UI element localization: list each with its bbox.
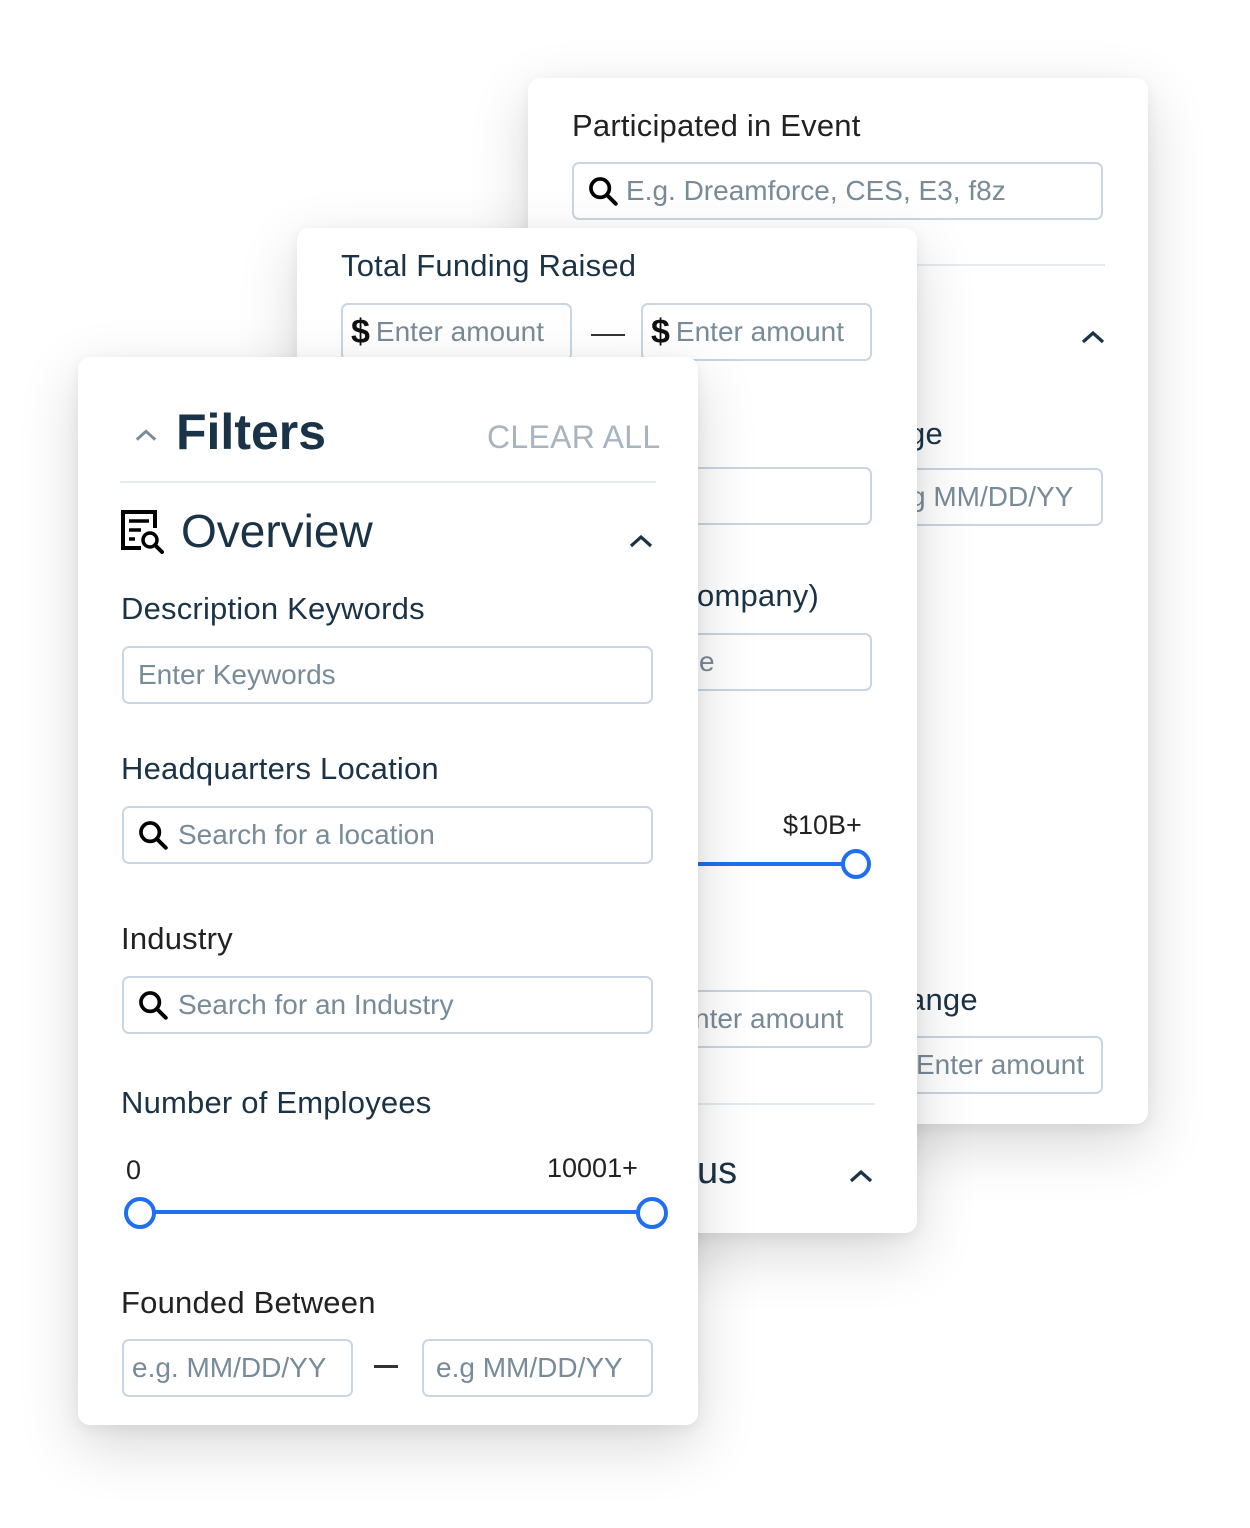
document-search-icon: [121, 510, 164, 554]
founded-between-label: Founded Between: [121, 1285, 376, 1320]
employees-slider-track[interactable]: [140, 1210, 652, 1214]
founded-end-input[interactable]: e.g MM/DD/YY: [422, 1339, 653, 1397]
industry-input[interactable]: Search for an Industry: [122, 976, 653, 1034]
industry-label: Industry: [121, 921, 233, 956]
dollar-icon: $: [651, 312, 670, 351]
range-separator: [374, 1365, 398, 1368]
clear-all-button[interactable]: CLEAR ALL: [487, 419, 660, 456]
search-icon: [139, 991, 168, 1020]
employees-min-label: 0: [126, 1155, 142, 1185]
amount-range-input[interactable]: Enter amount: [898, 1036, 1103, 1094]
funding-slider-track[interactable]: [687, 862, 857, 866]
overview-chevron-up-icon[interactable]: [628, 533, 654, 549]
funding-max-input[interactable]: $ Enter amount: [641, 303, 872, 361]
funding-min-input[interactable]: $ Enter amount: [341, 303, 572, 361]
founded-start-input[interactable]: e.g. MM/DD/YY: [122, 1339, 353, 1397]
headquarters-location-placeholder: Search for a location: [178, 819, 435, 850]
founded-start-placeholder: e.g. MM/DD/YY: [132, 1352, 327, 1383]
funding-max-placeholder: Enter amount: [675, 316, 845, 347]
event-search-placeholder: E.g. Dreamforce, CES, E3, f8z: [626, 175, 1006, 206]
chevron-up-icon[interactable]: [848, 1168, 874, 1184]
header-divider: [120, 481, 656, 483]
employees-slider-min-handle[interactable]: [124, 1197, 156, 1229]
filters-panel: Filters CLEAR ALL Overview Description K…: [78, 357, 698, 1425]
headquarters-location-label: Headquarters Location: [121, 751, 439, 786]
date-range-placeholder: g MM/DD/YY: [910, 481, 1074, 512]
section-divider: [677, 1103, 875, 1105]
description-keywords-placeholder: Enter Keywords: [138, 659, 336, 690]
employees-max-label: 10001+: [547, 1153, 638, 1183]
founded-end-placeholder: e.g MM/DD/YY: [436, 1352, 623, 1383]
employees-slider-max-handle[interactable]: [636, 1197, 668, 1229]
amount-range-placeholder: Enter amount: [916, 1049, 1085, 1080]
dollar-icon: $: [351, 312, 370, 351]
description-keywords-label: Description Keywords: [121, 591, 425, 626]
total-funding-label: Total Funding Raised: [341, 248, 637, 283]
date-range-input[interactable]: g MM/DD/YY: [898, 468, 1103, 526]
funding-min-placeholder: Enter amount: [375, 316, 545, 347]
company-label: ompany): [697, 578, 820, 613]
event-search-input[interactable]: E.g. Dreamforce, CES, E3, f8z: [572, 162, 1103, 220]
industry-placeholder: Search for an Industry: [178, 989, 454, 1020]
overview-title: Overview: [181, 505, 373, 557]
search-icon: [589, 177, 618, 206]
section-title-partial: us: [697, 1150, 738, 1192]
slider-max-label: $10B+: [783, 810, 862, 840]
amount-range-label: ange: [908, 982, 978, 1017]
filters-title: Filters: [176, 404, 327, 460]
description-keywords-input[interactable]: Enter Keywords: [122, 646, 653, 704]
participated-in-event-label: Participated in Event: [572, 108, 861, 143]
headquarters-location-input[interactable]: Search for a location: [122, 806, 653, 864]
funding-slider-max-handle[interactable]: [841, 849, 871, 879]
search-icon: [139, 821, 168, 850]
range-separator: [591, 334, 625, 336]
chevron-up-icon[interactable]: [1080, 329, 1106, 345]
number-of-employees-label: Number of Employees: [121, 1085, 432, 1120]
collapse-filters-icon[interactable]: [134, 427, 158, 443]
